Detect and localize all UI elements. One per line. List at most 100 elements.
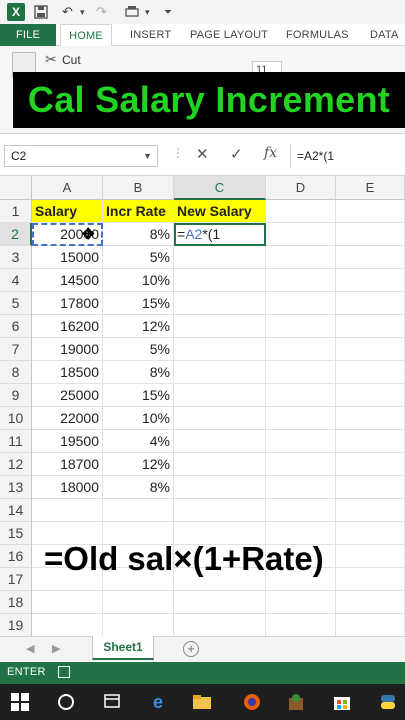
row-header-3[interactable]: 3 <box>0 246 32 269</box>
cell-b6[interactable]: 12% <box>103 315 174 338</box>
cell-e9[interactable] <box>336 384 405 407</box>
cell-e1[interactable] <box>336 200 405 223</box>
redo-icon[interactable]: ↷ <box>96 3 107 21</box>
cell-e18[interactable] <box>336 591 405 614</box>
cell-c7[interactable] <box>174 338 266 361</box>
cell-c18[interactable] <box>174 591 266 614</box>
cell-d1[interactable] <box>266 200 336 223</box>
cell-d10[interactable] <box>266 407 336 430</box>
row-header-8[interactable]: 8 <box>0 361 32 384</box>
cell-c12[interactable] <box>174 453 266 476</box>
formula-input[interactable]: =A2*(1 <box>290 145 402 167</box>
row-header-17[interactable]: 17 <box>0 568 32 591</box>
cell-d14[interactable] <box>266 499 336 522</box>
cell-e14[interactable] <box>336 499 405 522</box>
cell-e5[interactable] <box>336 292 405 315</box>
cell-e16[interactable] <box>336 545 405 568</box>
cell-d6[interactable] <box>266 315 336 338</box>
cell-b7[interactable]: 5% <box>103 338 174 361</box>
column-header-e[interactable]: E <box>336 176 405 200</box>
cell-a19[interactable] <box>32 614 103 637</box>
sheet-tab-sheet1[interactable]: Sheet1 <box>92 636 154 660</box>
cell-b14[interactable] <box>103 499 174 522</box>
cell-d5[interactable] <box>266 292 336 315</box>
cell-c1[interactable]: New Salary <box>174 200 266 223</box>
cell-a5[interactable]: 17800 <box>32 292 103 315</box>
cell-b18[interactable] <box>103 591 174 614</box>
cell-c5[interactable] <box>174 292 266 315</box>
save-icon[interactable] <box>34 3 48 21</box>
cell-e3[interactable] <box>336 246 405 269</box>
name-box[interactable]: C2 ▼ <box>4 145 158 167</box>
cell-a4[interactable]: 14500 <box>32 269 103 292</box>
cell-a1[interactable]: Salary <box>32 200 103 223</box>
cortana-search-icon[interactable] <box>54 690 78 714</box>
cell-d11[interactable] <box>266 430 336 453</box>
sheet-nav-right-icon[interactable]: ▶ <box>52 642 60 655</box>
column-header-a[interactable]: A <box>32 176 103 200</box>
cell-d2[interactable] <box>266 223 336 246</box>
cell-e7[interactable] <box>336 338 405 361</box>
windows-start-icon[interactable] <box>8 690 32 714</box>
cell-a3[interactable]: 15000 <box>32 246 103 269</box>
cell-c11[interactable] <box>174 430 266 453</box>
print-preview-icon[interactable] <box>124 3 140 21</box>
column-header-b[interactable]: B <box>103 176 174 200</box>
file-explorer-icon[interactable] <box>190 690 214 714</box>
cell-e10[interactable] <box>336 407 405 430</box>
cell-b10[interactable]: 10% <box>103 407 174 430</box>
cell-e12[interactable] <box>336 453 405 476</box>
sheet-nav-left-icon[interactable]: ◀ <box>26 642 34 655</box>
python-icon[interactable] <box>376 690 400 714</box>
add-sheet-icon[interactable]: + <box>183 641 199 657</box>
select-all-corner[interactable] <box>0 176 32 200</box>
undo-icon[interactable]: ↶ <box>62 3 73 21</box>
cell-e2[interactable] <box>336 223 405 246</box>
tab-page-layout[interactable]: PAGE LAYOUT <box>190 24 268 46</box>
row-header-19[interactable]: 19 <box>0 614 32 637</box>
cell-d19[interactable] <box>266 614 336 637</box>
row-header-16[interactable]: 16 <box>0 545 32 568</box>
firefox-icon[interactable] <box>240 690 264 714</box>
tab-formulas[interactable]: FORMULAS <box>286 24 349 46</box>
cell-c8[interactable] <box>174 361 266 384</box>
row-header-10[interactable]: 10 <box>0 407 32 430</box>
row-header-7[interactable]: 7 <box>0 338 32 361</box>
cell-e11[interactable] <box>336 430 405 453</box>
cell-d13[interactable] <box>266 476 336 499</box>
cell-b2[interactable]: 8% <box>103 223 174 246</box>
chevron-down-icon[interactable]: ▼ <box>143 146 152 166</box>
column-header-c[interactable]: C <box>174 176 266 200</box>
cut-button-label[interactable]: Cut <box>62 53 81 67</box>
scissors-icon[interactable]: ✂ <box>45 51 57 68</box>
cell-b4[interactable]: 10% <box>103 269 174 292</box>
cell-b12[interactable]: 12% <box>103 453 174 476</box>
cell-b9[interactable]: 15% <box>103 384 174 407</box>
tab-file[interactable]: FILE <box>0 24 56 46</box>
edge-browser-icon[interactable]: e <box>146 690 170 714</box>
print-dropdown-icon[interactable]: ▾ <box>145 3 150 21</box>
cell-a11[interactable]: 19500 <box>32 430 103 453</box>
cell-a18[interactable] <box>32 591 103 614</box>
cancel-icon[interactable]: ✕ <box>196 145 209 163</box>
row-header-4[interactable]: 4 <box>0 269 32 292</box>
cell-b8[interactable]: 8% <box>103 361 174 384</box>
cell-a7[interactable]: 19000 <box>32 338 103 361</box>
cell-e4[interactable] <box>336 269 405 292</box>
cell-b13[interactable]: 8% <box>103 476 174 499</box>
row-header-18[interactable]: 18 <box>0 591 32 614</box>
row-header-14[interactable]: 14 <box>0 499 32 522</box>
cell-c13[interactable] <box>174 476 266 499</box>
cell-e19[interactable] <box>336 614 405 637</box>
cell-e13[interactable] <box>336 476 405 499</box>
customize-icon[interactable]: ⏷ <box>164 3 172 21</box>
cell-a8[interactable]: 18500 <box>32 361 103 384</box>
row-header-9[interactable]: 9 <box>0 384 32 407</box>
app-icon[interactable] <box>284 690 308 714</box>
cell-c14[interactable] <box>174 499 266 522</box>
cell-c2[interactable]: =A2*(1 <box>174 223 266 246</box>
row-header-11[interactable]: 11 <box>0 430 32 453</box>
cell-d3[interactable] <box>266 246 336 269</box>
cell-b1[interactable]: Incr Rate <box>103 200 174 223</box>
cell-c3[interactable] <box>174 246 266 269</box>
